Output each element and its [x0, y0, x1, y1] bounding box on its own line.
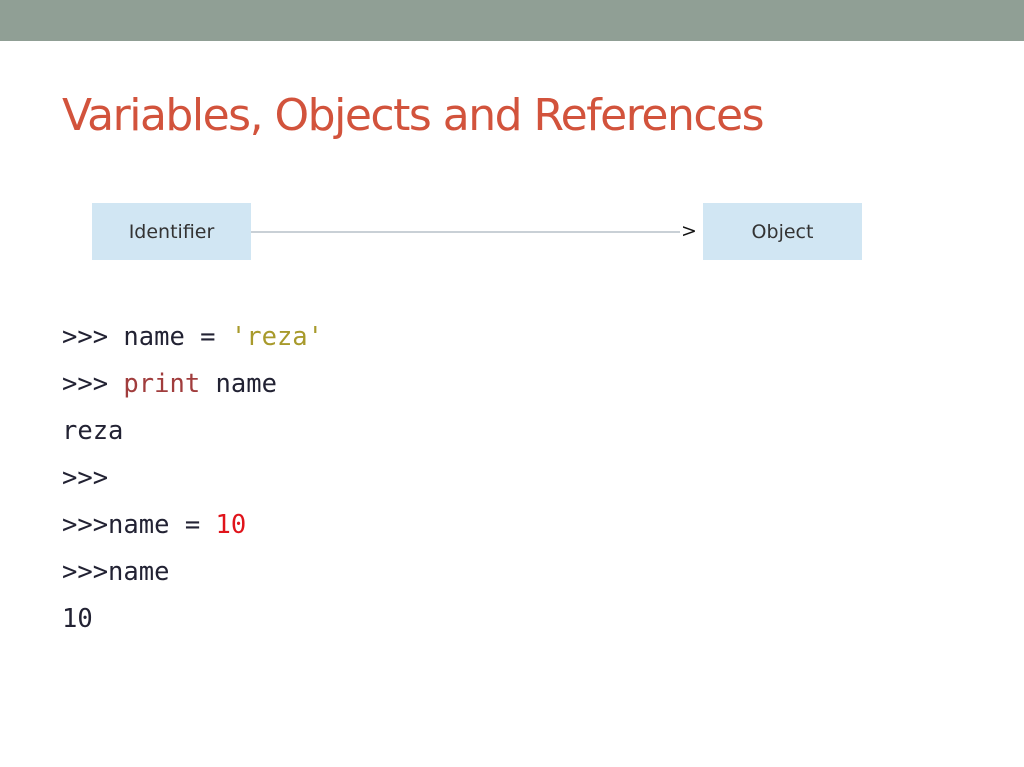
identifier-object-diagram: Identifier > Object	[0, 0, 1024, 300]
code-line: >>> print name	[62, 361, 323, 408]
code-token: >>>	[62, 369, 124, 399]
code-token-string: 'reza'	[230, 322, 324, 352]
reference-arrow-line	[251, 231, 680, 233]
code-line: >>> name = 'reza'	[62, 314, 323, 361]
code-token: >>>name	[62, 557, 170, 587]
code-token: name =	[123, 322, 231, 352]
code-block: >>> name = 'reza' >>> print name reza >>…	[62, 314, 323, 643]
code-line: reza	[62, 408, 323, 455]
identifier-label: Identifier	[128, 220, 215, 243]
code-token: >>>	[62, 463, 109, 493]
code-token: reza	[62, 416, 124, 446]
code-token: name	[200, 369, 277, 399]
code-token: >>>	[62, 322, 124, 352]
object-box: Object	[703, 203, 862, 260]
object-label: Object	[751, 220, 814, 243]
arrow-head-icon: >	[681, 220, 697, 242]
code-line: >>>	[62, 455, 323, 502]
identifier-box: Identifier	[92, 203, 251, 260]
code-line: 10	[62, 596, 323, 643]
code-line: >>>name	[62, 549, 323, 596]
code-token-keyword: print	[123, 369, 201, 399]
code-line: >>>name = 10	[62, 502, 323, 549]
code-token: >>>name =	[62, 510, 216, 540]
code-token: 10	[62, 604, 93, 634]
code-token-number: 10	[215, 510, 247, 540]
